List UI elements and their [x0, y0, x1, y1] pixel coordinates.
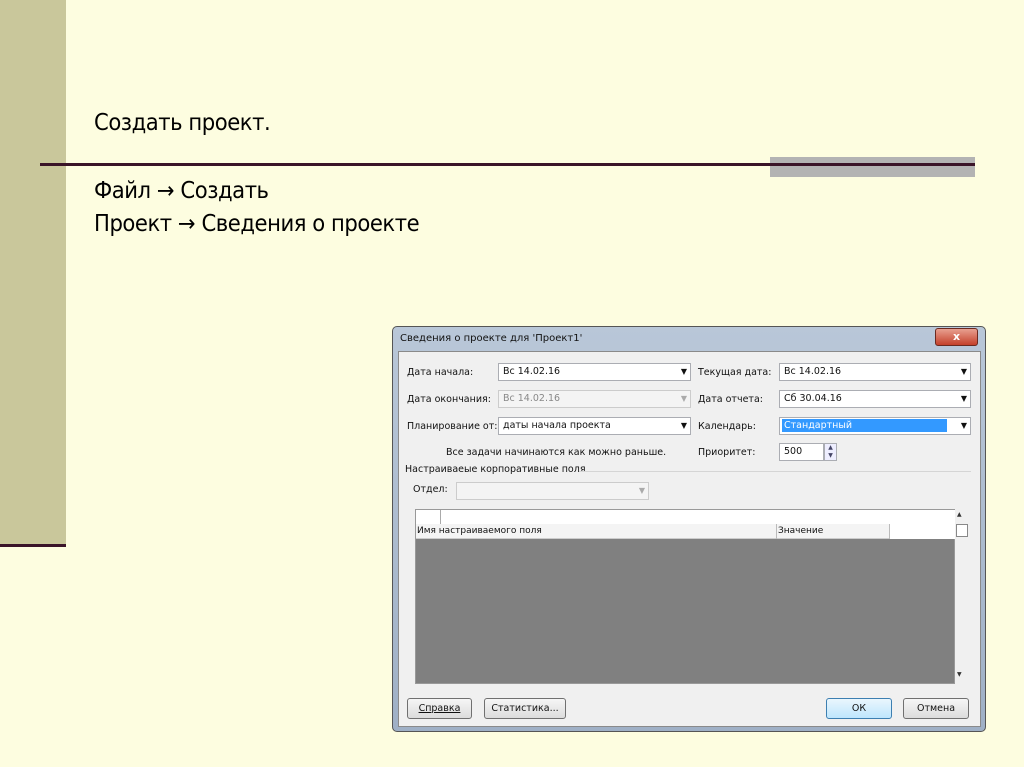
project-info-dialog: Сведения о проекте для 'Проект1' x Дата … — [392, 326, 986, 732]
side-band-rule — [0, 544, 66, 547]
title-rule — [40, 163, 975, 166]
custom-fields-group-label: Настраиваеые корпоративные поля — [405, 464, 586, 475]
scroll-thumb[interactable] — [956, 524, 968, 537]
priority-input[interactable]: 500 — [779, 443, 824, 461]
status-date-label: Дата отчета: — [698, 394, 763, 405]
calendar-label: Календарь: — [698, 421, 756, 432]
slide-title: Создать проект. — [94, 110, 271, 136]
slide-side-band — [0, 0, 66, 546]
help-button[interactable]: Справка — [407, 698, 472, 719]
chevron-down-icon: ▼ — [960, 367, 967, 376]
dialog-titlebar[interactable]: Сведения о проекте для 'Проект1' x — [393, 327, 985, 351]
current-date-dropdown[interactable]: Вс 14.02.16 ▼ — [779, 363, 971, 381]
department-label: Отдел: — [413, 484, 448, 495]
department-dropdown: ▼ — [456, 482, 649, 500]
dialog-content: Дата начала: Вс 14.02.16 ▼ Дата окончания… — [398, 351, 981, 727]
group-divider — [579, 471, 971, 472]
chevron-down-icon: ▼ — [638, 486, 645, 495]
end-date-label: Дата окончания: — [407, 394, 491, 405]
start-date-value: Вс 14.02.16 — [503, 366, 561, 377]
calendar-dropdown[interactable]: Стандартный ▼ — [779, 417, 971, 435]
grid-edit-row[interactable] — [416, 510, 955, 524]
status-date-value: Сб 30.04.16 — [784, 393, 842, 404]
close-button[interactable]: x — [935, 328, 978, 346]
priority-spinner[interactable]: ▲ ▼ — [824, 443, 837, 461]
dialog-title: Сведения о проекте для 'Проект1' — [400, 333, 583, 344]
priority-label: Приоритет: — [698, 447, 756, 458]
chevron-down-icon: ▼ — [960, 421, 967, 430]
chevron-down-icon: ▼ — [680, 394, 687, 403]
ok-button[interactable]: ОК — [826, 698, 892, 719]
chevron-down-icon: ▼ — [960, 394, 967, 403]
column-header-name[interactable]: Имя настраиваемого поля — [417, 526, 542, 536]
current-date-value: Вс 14.02.16 — [784, 366, 842, 377]
start-date-label: Дата начала: — [407, 367, 474, 378]
end-date-dropdown: Вс 14.02.16 ▼ — [498, 390, 691, 408]
grid-header: Имя настраиваемого поля Значение — [416, 524, 890, 539]
statistics-button[interactable]: Статистика... — [484, 698, 566, 719]
scroll-down-icon[interactable]: ▼ — [957, 671, 962, 678]
grid-scrollbar[interactable]: ▲ ▼ — [955, 509, 969, 684]
chevron-down-icon: ▼ — [680, 367, 687, 376]
start-date-dropdown[interactable]: Вс 14.02.16 ▼ — [498, 363, 691, 381]
schedule-from-value: даты начала проекта — [503, 420, 611, 431]
title-accent-bar — [770, 157, 975, 177]
chevron-down-icon: ▼ — [680, 421, 687, 430]
status-date-dropdown[interactable]: Сб 30.04.16 ▼ — [779, 390, 971, 408]
slide-line-1: Файл → Создать — [94, 178, 269, 204]
schedule-from-label: Планирование от: — [407, 421, 498, 432]
schedule-from-dropdown[interactable]: даты начала проекта ▼ — [498, 417, 691, 435]
end-date-value: Вс 14.02.16 — [503, 393, 561, 404]
scroll-up-icon[interactable]: ▲ — [957, 511, 962, 518]
current-date-label: Текущая дата: — [698, 367, 772, 378]
calendar-value: Стандартный — [782, 419, 947, 432]
cancel-button[interactable]: Отмена — [903, 698, 969, 719]
help-label: Справка — [418, 703, 461, 714]
slide-line-2: Проект → Сведения о проекте — [94, 211, 420, 237]
custom-fields-grid[interactable]: Имя настраиваемого поля Значение — [415, 509, 955, 684]
column-header-value[interactable]: Значение — [778, 526, 823, 536]
schedule-note: Все задачи начинаются как можно раньше. — [446, 447, 667, 458]
